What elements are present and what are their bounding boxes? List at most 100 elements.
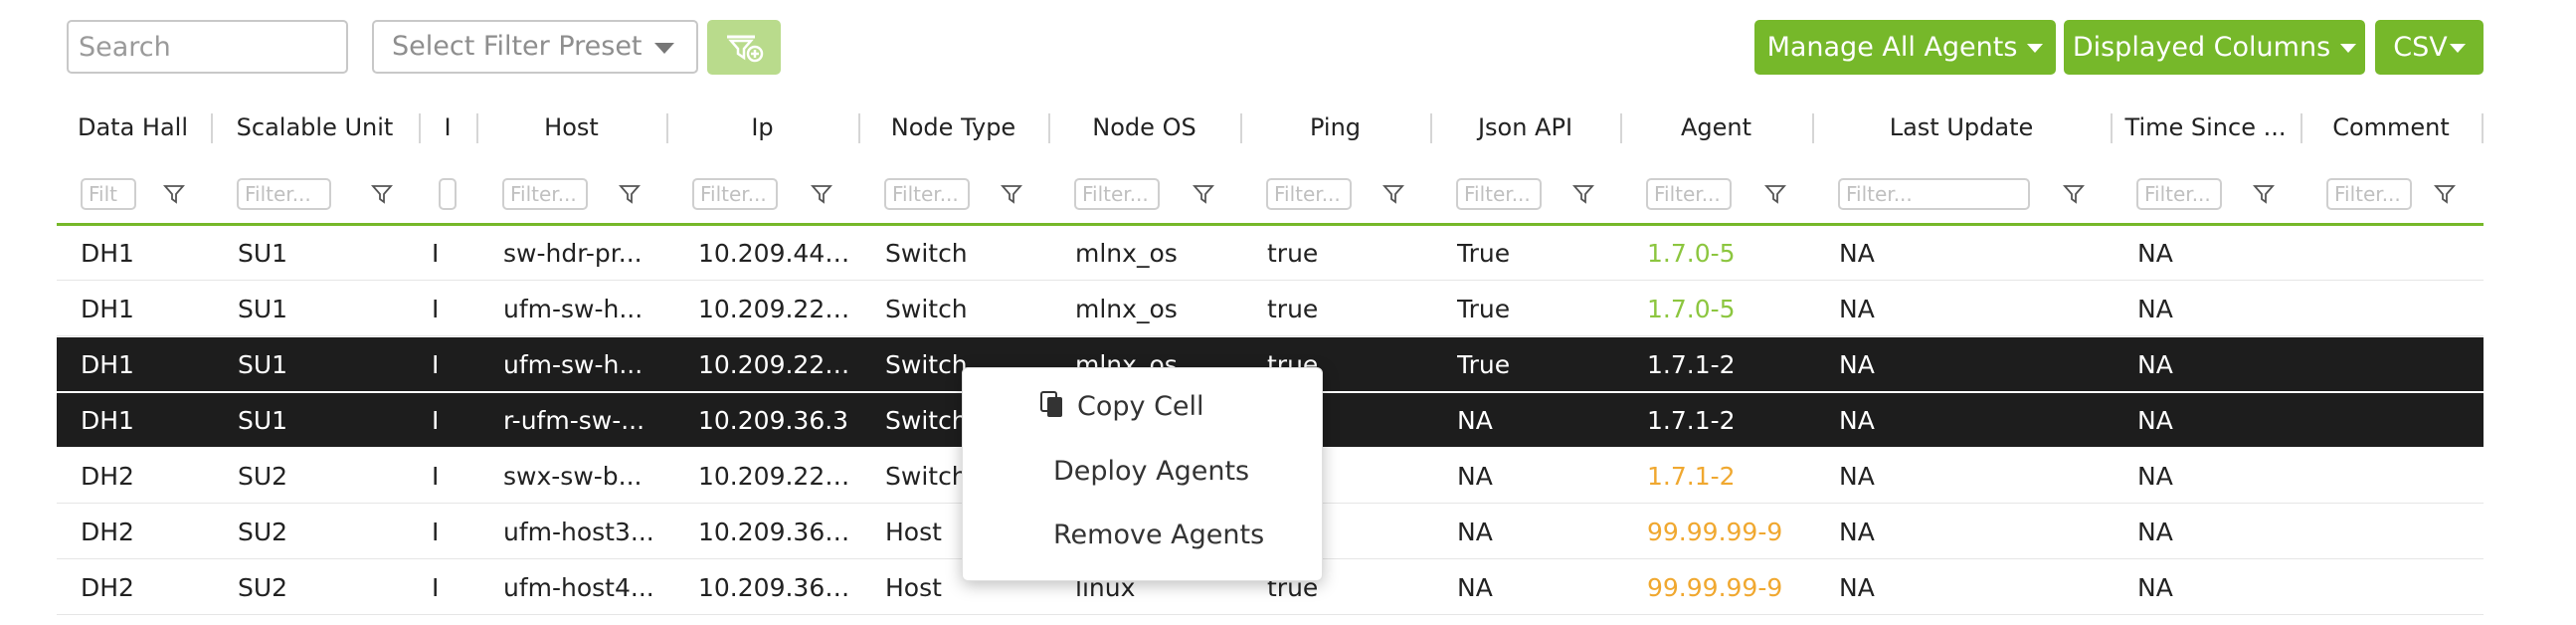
table-cell[interactable]: DH2 (81, 505, 207, 559)
table-cell[interactable]: DH2 (81, 560, 207, 615)
table-cell[interactable]: True (1457, 226, 1616, 281)
table-cell[interactable]: NA (2137, 226, 2297, 281)
table-cell[interactable]: DH1 (81, 337, 207, 392)
column-filter-input[interactable] (2136, 178, 2222, 210)
table-cell[interactable]: r-ufm-sw-... (503, 393, 662, 448)
csv-button[interactable]: CSV (2375, 20, 2484, 75)
table-cell[interactable]: SU1 (238, 337, 415, 392)
table-cell[interactable]: 99.99.99-9 (1647, 505, 1808, 559)
funnel-icon[interactable] (163, 183, 185, 205)
table-cell[interactable]: I (432, 282, 472, 336)
column-filter-input[interactable] (502, 178, 588, 210)
funnel-icon[interactable] (1764, 183, 1786, 205)
column-filter-input[interactable] (1456, 178, 1542, 210)
funnel-icon[interactable] (2063, 183, 2085, 205)
funnel-icon[interactable] (811, 183, 832, 205)
table-cell[interactable]: 10.209.36.93 (698, 505, 854, 559)
table-cell[interactable]: Switch (885, 226, 1044, 281)
table-cell[interactable]: ufm-sw-h... (503, 282, 662, 336)
column-header[interactable]: Ip (668, 98, 856, 157)
table-cell[interactable]: SU2 (238, 560, 415, 615)
table-cell[interactable]: mlnx_os (1075, 282, 1236, 336)
table-cell[interactable]: NA (2137, 449, 2297, 504)
table-cell[interactable]: SU2 (238, 449, 415, 504)
table-cell[interactable]: True (1457, 282, 1616, 336)
table-cell[interactable]: NA (1839, 505, 2107, 559)
funnel-icon[interactable] (1001, 183, 1022, 205)
column-filter-input[interactable] (81, 178, 136, 210)
table-cell[interactable]: ufm-sw-h... (503, 337, 662, 392)
table-cell[interactable]: NA (1839, 393, 2107, 448)
funnel-icon[interactable] (2253, 183, 2275, 205)
funnel-icon[interactable] (1572, 183, 1594, 205)
table-cell[interactable]: ufm-host3... (503, 505, 662, 559)
table-cell[interactable] (2327, 337, 2478, 392)
table-cell[interactable]: 10.209.44.74 (698, 226, 854, 281)
manage-all-agents-button[interactable]: Manage All Agents (1754, 20, 2056, 75)
table-cell[interactable]: 1.7.1-2 (1647, 449, 1808, 504)
table-cell[interactable]: NA (1457, 449, 1616, 504)
table-cell[interactable]: DH1 (81, 282, 207, 336)
table-cell[interactable]: True (1457, 337, 1616, 392)
column-filter-input[interactable] (1074, 178, 1160, 210)
table-row[interactable]: DH1 SU1 Iufm-sw-h... 10.209.225... Switch mln… (57, 282, 2484, 336)
table-cell[interactable]: true (1267, 282, 1426, 336)
table-cell[interactable]: NA (1839, 560, 2107, 615)
table-cell[interactable] (2327, 282, 2478, 336)
context-item-deploy-agents[interactable]: Deploy Agents (1053, 452, 1249, 492)
table-cell[interactable]: 1.7.0-5 (1647, 282, 1808, 336)
funnel-icon[interactable] (1193, 183, 1214, 205)
table-cell[interactable]: NA (1839, 337, 2107, 392)
context-item-remove-agents[interactable]: Remove Agents (1053, 516, 1264, 555)
table-cell[interactable]: NA (1839, 226, 2107, 281)
table-cell[interactable]: swx-sw-b... (503, 449, 662, 504)
column-filter-input[interactable] (439, 178, 457, 210)
column-header[interactable]: Node Type (860, 98, 1046, 157)
table-cell[interactable]: 1.7.1-2 (1647, 337, 1808, 392)
table-cell[interactable]: NA (1839, 282, 2107, 336)
table-cell[interactable]: DH1 (81, 226, 207, 281)
table-cell[interactable]: I (432, 505, 472, 559)
table-cell[interactable]: I (432, 449, 472, 504)
table-cell[interactable]: SU1 (238, 226, 415, 281)
column-filter-input[interactable] (884, 178, 970, 210)
funnel-icon[interactable] (371, 183, 393, 205)
table-cell[interactable]: NA (1839, 449, 2107, 504)
search-input[interactable] (67, 20, 348, 74)
table-cell[interactable]: SU2 (238, 505, 415, 559)
funnel-icon[interactable] (1382, 183, 1404, 205)
column-filter-input[interactable] (1266, 178, 1352, 210)
table-cell[interactable]: 10.209.36.39 (698, 560, 854, 615)
column-header[interactable]: Ping (1242, 98, 1428, 157)
column-header[interactable]: Comment (2302, 98, 2480, 157)
table-cell[interactable] (2327, 505, 2478, 559)
table-cell[interactable]: I (432, 226, 472, 281)
table-cell[interactable]: 1.7.1-2 (1647, 393, 1808, 448)
column-header[interactable]: Data Hall (57, 98, 209, 157)
table-cell[interactable]: I (432, 337, 472, 392)
column-header[interactable]: Host (478, 98, 664, 157)
column-header[interactable]: Time Since ... (2113, 98, 2299, 157)
table-cell[interactable]: 10.209.225... (698, 337, 854, 392)
table-row[interactable]: DH1 SU1 Isw-hdr-pr... 10.209.44.74 Switch mln… (57, 226, 2484, 281)
table-cell[interactable] (2327, 393, 2478, 448)
table-cell[interactable] (2327, 560, 2478, 615)
table-cell[interactable]: 10.209.224... (698, 449, 854, 504)
column-filter-input[interactable] (237, 178, 331, 210)
column-header[interactable]: Agent (1622, 98, 1810, 157)
table-cell[interactable]: SU1 (238, 393, 415, 448)
table-cell[interactable]: NA (2137, 560, 2297, 615)
table-cell[interactable]: ufm-host4... (503, 560, 662, 615)
table-cell[interactable]: I (432, 393, 472, 448)
table-cell[interactable]: DH1 (81, 393, 207, 448)
column-filter-input[interactable] (692, 178, 778, 210)
table-cell[interactable]: NA (2137, 505, 2297, 559)
table-cell[interactable] (2327, 226, 2478, 281)
column-filter-input[interactable] (1838, 178, 2030, 210)
table-cell[interactable]: 10.209.36.3 (698, 393, 854, 448)
table-cell[interactable]: I (432, 560, 472, 615)
column-filter-input[interactable] (2326, 178, 2412, 210)
table-cell[interactable]: NA (2137, 393, 2297, 448)
column-filter-input[interactable] (1646, 178, 1732, 210)
column-header[interactable]: Json API (1432, 98, 1618, 157)
